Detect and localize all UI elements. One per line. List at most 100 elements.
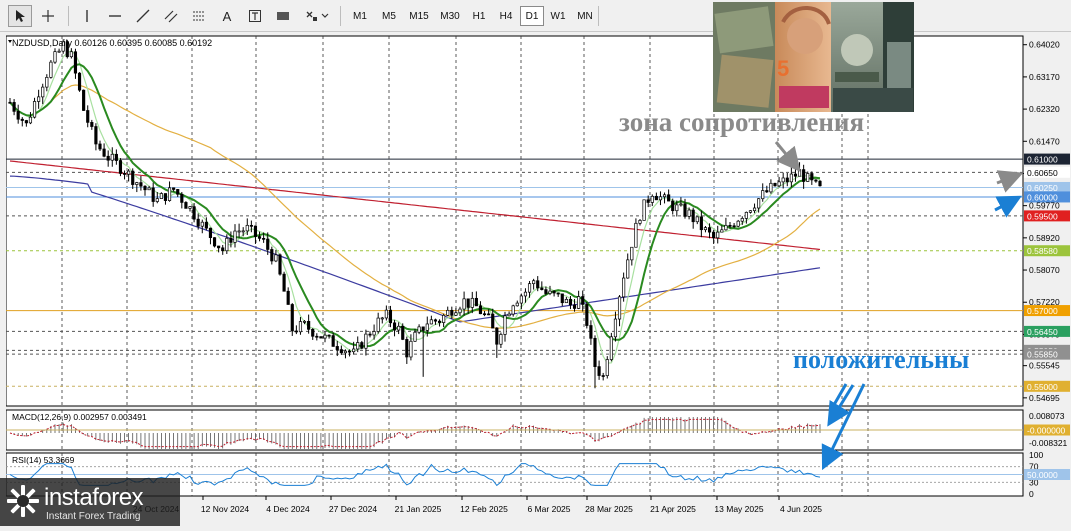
candle-body xyxy=(744,211,748,219)
timeframe-h1-button[interactable]: H1 xyxy=(466,6,492,26)
candle-body xyxy=(298,321,303,333)
candle-body xyxy=(184,202,188,209)
candle-body xyxy=(527,283,532,293)
candle-body xyxy=(781,177,785,183)
price-tag-label: 0.56450 xyxy=(1027,327,1058,337)
shapes-dropdown-button[interactable] xyxy=(300,5,334,27)
candle-body xyxy=(532,280,536,285)
candle-body xyxy=(102,148,106,157)
trendline-icon xyxy=(136,9,150,23)
candle-body xyxy=(577,296,581,309)
candle-body xyxy=(716,231,720,239)
candle-body xyxy=(77,72,82,91)
candle-body xyxy=(638,220,642,224)
candle-body xyxy=(675,204,679,212)
candle-body xyxy=(45,77,49,88)
candle-body xyxy=(724,224,728,231)
crosshair-tool-button[interactable] xyxy=(36,5,60,27)
timeframe-m5-button[interactable]: M5 xyxy=(375,6,403,26)
instaforex-logo: instaforex Instant Forex Trading xyxy=(0,478,180,526)
candle-body xyxy=(286,290,290,305)
candle-body xyxy=(352,348,356,353)
candle-body xyxy=(421,326,425,331)
text-label-tool-button[interactable] xyxy=(244,5,266,27)
timeframe-w1-button[interactable]: W1 xyxy=(545,6,571,26)
candle-body xyxy=(57,50,61,53)
candle-body xyxy=(368,333,372,336)
candle-body xyxy=(499,334,503,345)
candle-body xyxy=(327,334,331,337)
rsi-tag-label: 50.0000 xyxy=(1027,470,1058,480)
channel-tool-button[interactable] xyxy=(160,5,182,27)
toolbar-separator xyxy=(68,6,69,26)
price-tag-label: 0.60000 xyxy=(1027,192,1058,202)
banknotes-image: 5 xyxy=(713,2,914,112)
candle-body xyxy=(98,143,102,150)
timeframe-mn-button[interactable]: MN xyxy=(572,6,598,26)
timeframe-h4-button[interactable]: H4 xyxy=(493,6,519,26)
candle-body xyxy=(200,221,204,227)
price-tag-label: 0.55000 xyxy=(1027,382,1058,392)
candle-body xyxy=(114,153,118,161)
candle-body xyxy=(581,296,585,305)
candle-body xyxy=(90,122,94,127)
candle-body xyxy=(180,193,184,203)
candle-body xyxy=(356,342,360,350)
candle-body xyxy=(683,203,687,217)
timeframe-m1-button[interactable]: M1 xyxy=(346,6,374,26)
candle-body xyxy=(290,304,294,332)
candle-body xyxy=(208,227,213,238)
text-tool-button[interactable]: A xyxy=(216,5,238,27)
price-axis-label: 0.54695 xyxy=(1029,393,1060,403)
candle-body xyxy=(540,287,544,290)
candle-body xyxy=(364,333,368,349)
candle-body xyxy=(458,308,462,314)
horizontal-line-tool-button[interactable] xyxy=(104,5,126,27)
candle-body xyxy=(127,170,131,175)
candle-body xyxy=(728,224,732,227)
candle-body xyxy=(806,173,810,182)
vertical-line-tool-button[interactable] xyxy=(76,5,98,27)
cursor-tool-button[interactable] xyxy=(8,5,32,27)
candle-body xyxy=(331,335,335,347)
candle-body xyxy=(155,198,159,202)
candle-body xyxy=(417,326,421,333)
candle-body xyxy=(401,325,405,340)
candle-body xyxy=(118,160,123,174)
candle-body xyxy=(703,227,708,231)
candle-body xyxy=(24,120,28,124)
candle-body xyxy=(511,305,515,315)
timeframe-m30-button[interactable]: M30 xyxy=(435,6,465,26)
candle-body xyxy=(736,220,740,227)
rectangle-tool-button[interactable] xyxy=(272,5,294,27)
timeframe-m15-button[interactable]: M15 xyxy=(404,6,434,26)
candle-body xyxy=(654,195,658,201)
rectangle-icon xyxy=(277,12,289,20)
candle-body xyxy=(192,206,196,220)
candle-body xyxy=(159,193,163,199)
candle-body xyxy=(810,173,814,181)
timeframe-d1-button[interactable]: D1 xyxy=(520,6,544,26)
logo-subtext: Instant Forex Trading xyxy=(46,511,141,522)
price-tag-label: 0.59500 xyxy=(1027,211,1058,221)
fibonacci-tool-button[interactable] xyxy=(188,5,210,27)
time-axis-label: 28 Mar 2025 xyxy=(585,504,633,514)
price-axis-label: 0.62320 xyxy=(1029,104,1060,114)
time-axis-label: 12 Feb 2025 xyxy=(460,504,508,514)
candle-body xyxy=(748,210,753,213)
candle-body xyxy=(94,126,98,145)
candle-body xyxy=(376,317,380,332)
candle-body xyxy=(626,259,630,279)
candle-body xyxy=(176,189,180,195)
rsi-axis-label: 0 xyxy=(1029,489,1034,499)
candle-body xyxy=(658,196,663,201)
candle-body xyxy=(241,230,245,233)
candle-body xyxy=(319,336,323,339)
candle-body xyxy=(646,199,650,203)
candle-body xyxy=(466,298,470,308)
candle-body xyxy=(388,309,393,324)
rsi-axis-label: 100 xyxy=(1029,450,1043,460)
trendline-tool-button[interactable] xyxy=(132,5,154,27)
candle-body xyxy=(335,346,339,350)
candle-body xyxy=(147,187,151,191)
